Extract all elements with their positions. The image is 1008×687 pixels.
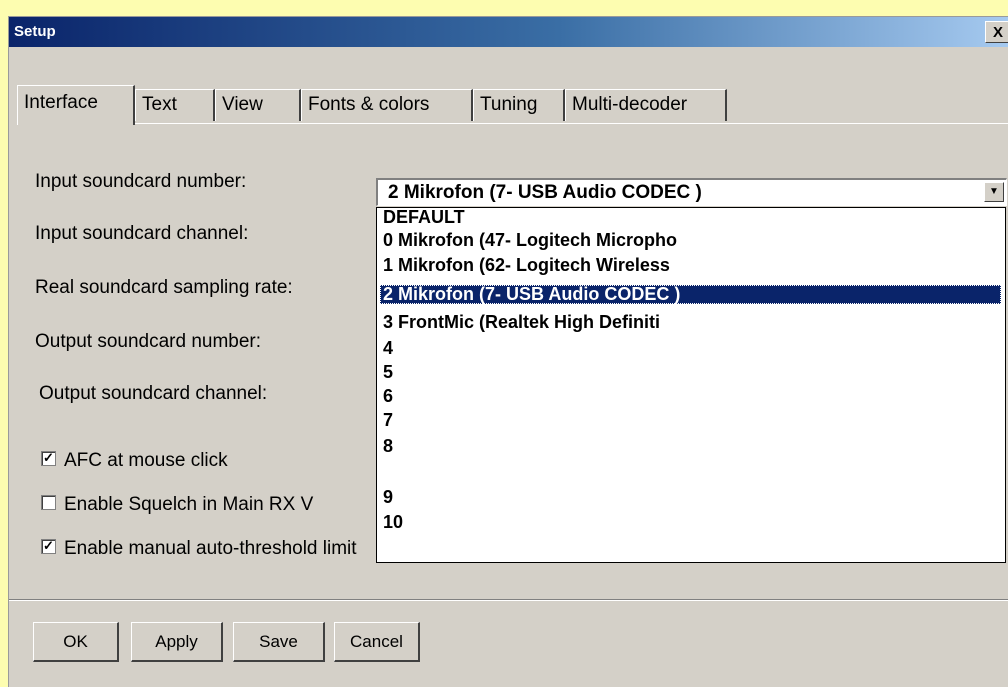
dropdown-option[interactable]: 10 bbox=[380, 513, 1001, 532]
tab-label: Interface bbox=[24, 92, 98, 113]
tab-text[interactable]: Text bbox=[135, 89, 215, 121]
input-soundcard-channel-label: Input soundcard channel: bbox=[35, 223, 249, 244]
output-soundcard-number-label: Output soundcard number: bbox=[35, 331, 262, 352]
checkmark-icon[interactable]: ✓ bbox=[41, 539, 56, 555]
checkbox-label: Enable Squelch in Main RX V bbox=[64, 494, 314, 515]
checkbox-label: Enable manual auto-threshold limit bbox=[64, 538, 357, 559]
input-soundcard-select[interactable]: 2 Mikrofon (7- USB Audio CODEC ) ▼ bbox=[376, 178, 1007, 206]
soundcard-dropdown-list[interactable]: DEFAULT 0 Mikrofon (47- Logitech Microph… bbox=[376, 207, 1006, 563]
selected-value: 2 Mikrofon (7- USB Audio CODEC ) bbox=[388, 182, 702, 203]
afc-checkbox-row[interactable]: ✓ AFC at mouse click bbox=[41, 450, 228, 472]
dropdown-option[interactable]: 7 bbox=[380, 411, 1001, 430]
dropdown-option[interactable]: 6 bbox=[380, 387, 1001, 406]
tab-interface[interactable]: Interface bbox=[17, 85, 135, 125]
tab-label: Text bbox=[142, 94, 177, 115]
tab-tuning[interactable]: Tuning bbox=[473, 89, 565, 121]
checkmark-icon[interactable]: ✓ bbox=[41, 451, 56, 467]
squelch-checkbox-row[interactable]: Enable Squelch in Main RX V bbox=[41, 494, 313, 516]
save-button[interactable]: Save bbox=[233, 622, 325, 662]
ok-button[interactable]: OK bbox=[33, 622, 119, 662]
close-icon: X bbox=[992, 24, 1003, 41]
dropdown-option[interactable]: 4 bbox=[380, 339, 1001, 358]
auto-threshold-checkbox-row[interactable]: ✓ Enable manual auto-threshold limit bbox=[41, 538, 357, 560]
dropdown-option[interactable]: 3 FrontMic (Realtek High Definiti bbox=[380, 313, 1001, 332]
tab-panel-border bbox=[17, 123, 1008, 124]
tab-label: Tuning bbox=[480, 94, 538, 115]
checkbox-empty[interactable] bbox=[41, 495, 56, 511]
tab-multi-decoder[interactable]: Multi-decoder bbox=[565, 89, 727, 121]
tab-fonts-colors[interactable]: Fonts & colors bbox=[301, 89, 473, 121]
title-bar[interactable]: Setup X bbox=[9, 17, 1008, 47]
dropdown-option[interactable]: 0 Mikrofon (47- Logitech Micropho bbox=[380, 231, 1001, 250]
setup-dialog: Setup X Interface Text View Fonts & colo… bbox=[8, 16, 1008, 687]
apply-button[interactable]: Apply bbox=[131, 622, 223, 662]
sampling-rate-label: Real soundcard sampling rate: bbox=[35, 277, 293, 298]
tab-view[interactable]: View bbox=[215, 89, 301, 121]
dropdown-option[interactable]: DEFAULT bbox=[380, 208, 1001, 227]
tab-label: Fonts & colors bbox=[308, 94, 430, 115]
button-area-separator bbox=[9, 599, 1008, 601]
close-button[interactable]: X bbox=[985, 21, 1008, 43]
cancel-button[interactable]: Cancel bbox=[334, 622, 420, 662]
dropdown-option[interactable]: 9 bbox=[380, 488, 1001, 507]
checkbox-label: AFC at mouse click bbox=[64, 450, 228, 471]
input-soundcard-number-label: Input soundcard number: bbox=[35, 171, 247, 192]
chevron-down-icon[interactable]: ▼ bbox=[984, 182, 1004, 202]
tab-label: Multi-decoder bbox=[572, 94, 688, 115]
dropdown-option[interactable]: 5 bbox=[380, 363, 1001, 382]
dropdown-option[interactable]: 8 bbox=[380, 437, 1001, 456]
window-title: Setup bbox=[14, 23, 56, 40]
dropdown-option-selected[interactable]: 2 Mikrofon (7- USB Audio CODEC ) bbox=[380, 285, 1001, 304]
output-soundcard-channel-label: Output soundcard channel: bbox=[39, 383, 268, 404]
tab-label: View bbox=[222, 94, 263, 115]
dropdown-option[interactable]: 1 Mikrofon (62- Logitech Wireless bbox=[380, 256, 1001, 275]
